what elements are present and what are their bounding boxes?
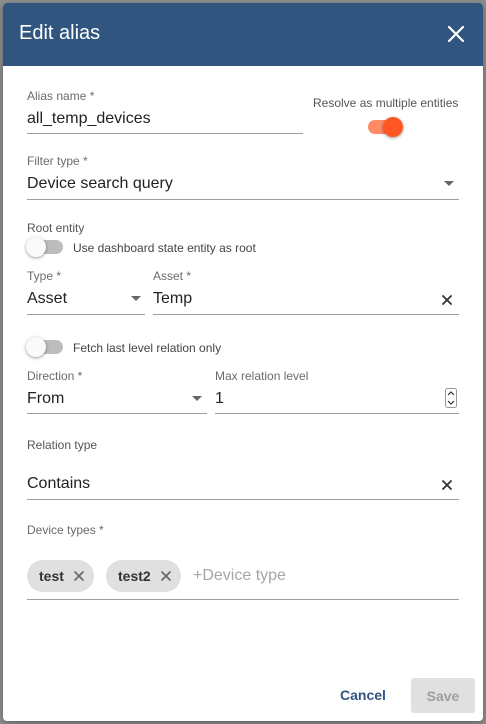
relation-type-input[interactable]: Contains xyxy=(27,475,90,493)
edit-alias-dialog: Edit alias Alias name * all_temp_devices… xyxy=(3,3,483,721)
toggle-thumb xyxy=(383,117,403,137)
type-label: Type * xyxy=(27,269,62,283)
device-types-underline xyxy=(27,599,459,600)
clear-icon[interactable] xyxy=(440,478,454,492)
alias-name-underline xyxy=(27,133,303,134)
chip-label: test xyxy=(39,568,64,584)
device-type-input[interactable]: +Device type xyxy=(193,567,286,585)
device-type-chip[interactable]: test xyxy=(27,560,94,592)
clear-icon[interactable] xyxy=(440,293,454,307)
alias-name-input[interactable]: all_temp_devices xyxy=(27,110,151,128)
type-underline xyxy=(27,314,145,315)
number-spinner-icon[interactable] xyxy=(445,388,457,408)
chevron-down-icon[interactable] xyxy=(444,181,454,186)
direction-underline xyxy=(27,413,207,414)
direction-label: Direction * xyxy=(27,369,83,383)
chip-label: test2 xyxy=(118,568,151,584)
save-button[interactable]: Save xyxy=(411,678,475,713)
max-relation-level-label: Max relation level xyxy=(215,369,309,383)
asset-label: Asset * xyxy=(153,269,192,283)
resolve-multiple-label: Resolve as multiple entities xyxy=(313,96,459,110)
max-relation-level-input[interactable]: 1 xyxy=(215,390,224,408)
filter-type-label: Filter type * xyxy=(27,154,88,168)
chip-remove-icon[interactable] xyxy=(72,569,86,583)
filter-type-select[interactable]: Device search query xyxy=(27,175,173,193)
device-types-label: Device types * xyxy=(27,523,104,537)
chevron-down-icon[interactable] xyxy=(131,296,141,301)
dialog-header: Edit alias xyxy=(3,3,483,66)
cancel-button[interactable]: Cancel xyxy=(333,678,393,712)
relation-type-label: Relation type xyxy=(27,438,98,452)
fetch-last-level-label: Fetch last level relation only xyxy=(73,341,222,355)
toggle-thumb xyxy=(26,237,46,257)
root-entity-label: Root entity xyxy=(27,221,85,235)
filter-type-underline xyxy=(27,199,459,200)
toggle-thumb xyxy=(26,337,46,357)
use-dashboard-state-label: Use dashboard state entity as root xyxy=(73,241,256,255)
type-select[interactable]: Asset xyxy=(27,290,67,308)
asset-underline xyxy=(153,314,459,315)
alias-name-label: Alias name * xyxy=(27,89,95,103)
direction-select[interactable]: From xyxy=(27,390,64,408)
device-type-chip[interactable]: test2 xyxy=(106,560,181,592)
close-icon[interactable] xyxy=(443,21,469,47)
chip-remove-icon[interactable] xyxy=(159,569,173,583)
asset-input[interactable]: Temp xyxy=(153,290,192,308)
dialog-title: Edit alias xyxy=(19,22,101,44)
max-relation-level-underline xyxy=(215,413,459,414)
chevron-down-icon[interactable] xyxy=(192,396,202,401)
relation-type-underline xyxy=(27,499,459,500)
